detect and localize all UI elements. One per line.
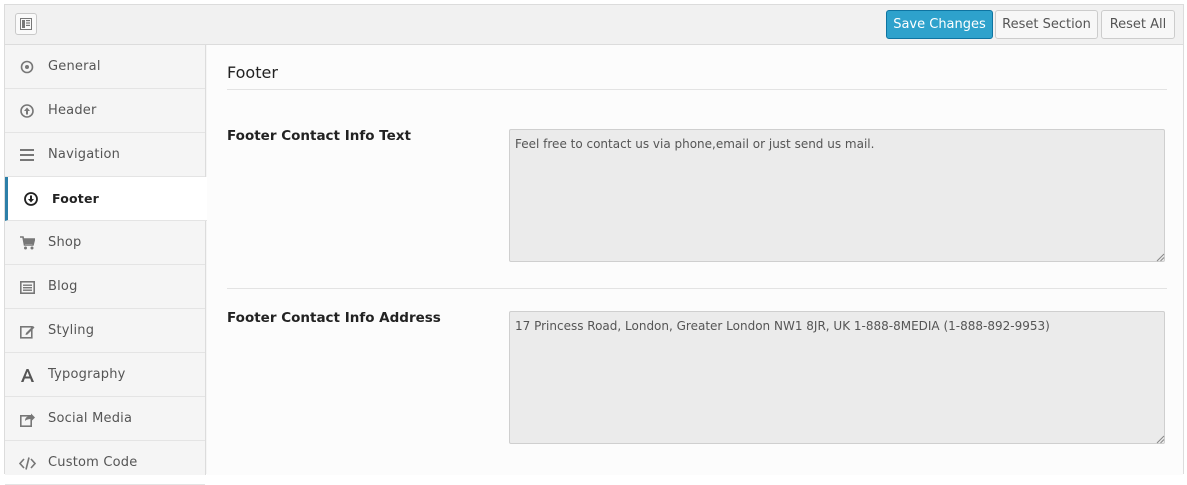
arrow-up-circle-icon	[18, 102, 36, 120]
footer-contact-info-address-field[interactable]: 17 Princess Road, London, Greater London…	[509, 311, 1165, 444]
sidebar-item-blog[interactable]: Blog	[5, 265, 205, 309]
sidebar-item-shop[interactable]: Shop	[5, 221, 205, 265]
menu-icon	[18, 146, 36, 164]
panel-logo-icon	[15, 13, 37, 35]
sidebar-item-footer[interactable]: Footer	[5, 177, 207, 221]
circle-dot-icon	[18, 58, 36, 76]
sidebar-item-label: Custom Code	[48, 455, 138, 470]
sidebar-nav: General Header Navigation Footer Shop Bl…	[5, 45, 207, 485]
code-icon	[18, 454, 36, 472]
reset-section-button[interactable]: Reset Section	[995, 10, 1098, 39]
sidebar-item-label: Typography	[48, 367, 126, 382]
sidebar-item-label: Header	[48, 103, 97, 118]
resize-grip-icon[interactable]	[1155, 434, 1165, 444]
cart-icon	[18, 234, 36, 252]
top-toolbar: Save Changes Reset Section Reset All	[5, 5, 1183, 45]
divider	[227, 288, 1167, 289]
section-title: Footer	[227, 63, 278, 82]
sidebar-item-social-media[interactable]: Social Media	[5, 397, 205, 441]
resize-grip-icon[interactable]	[1155, 252, 1165, 262]
divider	[227, 89, 1167, 90]
save-changes-button[interactable]: Save Changes	[886, 10, 993, 39]
main-content: Footer Footer Contact Info Text Feel fre…	[207, 45, 1183, 475]
sidebar-item-general[interactable]: General	[5, 45, 205, 89]
field-label: Footer Contact Info Text	[227, 128, 411, 144]
sidebar-item-label: Shop	[48, 235, 82, 250]
arrow-down-circle-icon	[22, 190, 40, 208]
sidebar-item-styling[interactable]: Styling	[5, 309, 205, 353]
share-icon	[18, 410, 36, 428]
sidebar-item-label: Footer	[52, 191, 100, 206]
reset-all-button[interactable]: Reset All	[1101, 10, 1175, 39]
sidebar-item-label: Styling	[48, 323, 95, 338]
font-icon	[18, 366, 36, 384]
edit-icon	[18, 322, 36, 340]
sidebar-item-header[interactable]: Header	[5, 89, 205, 133]
sidebar-item-label: Blog	[48, 279, 78, 294]
sidebar-item-custom-code[interactable]: Custom Code	[5, 441, 205, 485]
footer-contact-info-text-field[interactable]: Feel free to contact us via phone,email …	[509, 129, 1165, 262]
sidebar-item-label: Social Media	[48, 411, 133, 426]
sidebar-item-navigation[interactable]: Navigation	[5, 133, 205, 177]
options-panel: Save Changes Reset Section Reset All Gen…	[4, 4, 1184, 485]
sidebar-item-label: Navigation	[48, 147, 121, 162]
list-icon	[18, 278, 36, 296]
sidebar-item-label: General	[48, 59, 101, 74]
sidebar-item-typography[interactable]: Typography	[5, 353, 205, 397]
field-label: Footer Contact Info Address	[227, 310, 441, 326]
